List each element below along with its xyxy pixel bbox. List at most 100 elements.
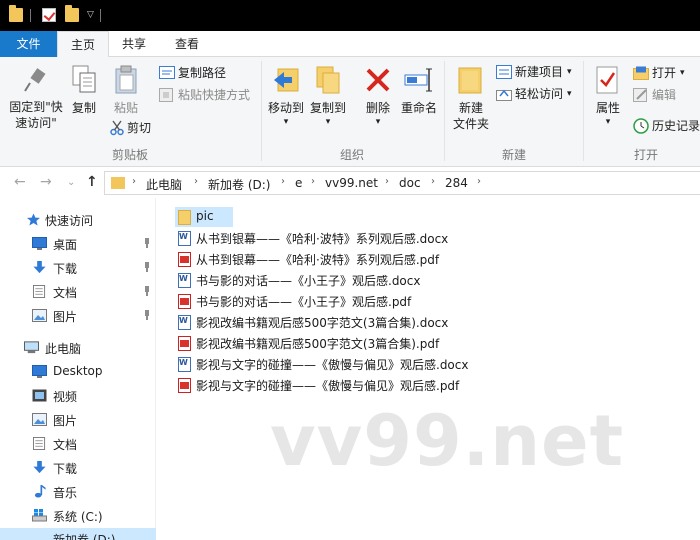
sidebar-item-label: 下载 <box>53 262 78 276</box>
ribbon: 固定到"快 速访问" 复制 粘贴 复制路径 粘贴快捷方式 剪切 剪贴板 移动到 … <box>0 57 700 167</box>
download-arrow-icon <box>33 461 46 474</box>
sidebar-item-label: 此电脑 <box>45 342 82 356</box>
sidebar-item-desktop-quick[interactable]: 桌面 <box>0 232 156 256</box>
open-icon <box>633 66 649 80</box>
clipboard-icon <box>115 65 137 94</box>
pin-icon <box>143 310 151 320</box>
chevron-right-icon[interactable]: › <box>477 176 481 187</box>
chevron-down-icon[interactable]: ⌄ <box>67 177 75 188</box>
list-item[interactable]: pic <box>175 207 233 227</box>
word-document-icon <box>178 357 191 372</box>
sidebar-item-drive-c[interactable]: 系统 (C:) <box>0 504 156 528</box>
title-bar: ▽ <box>0 0 700 31</box>
chevron-right-icon[interactable]: › <box>132 176 136 187</box>
copy-path-icon <box>159 66 175 79</box>
chevron-down-icon: ▾ <box>567 89 572 99</box>
watermark: vv99.net <box>270 400 625 482</box>
forward-arrow-icon[interactable]: → <box>40 174 52 190</box>
sidebar-item-desktop[interactable]: Desktop <box>0 360 156 384</box>
group-label-open: 打开 <box>633 148 658 162</box>
edit-icon <box>633 88 647 102</box>
navigation-pane: 快速访问 桌面 下载 文档 图片 此电脑 Desktop 视频 图片 文档 下载… <box>0 198 156 540</box>
pdf-icon <box>178 378 191 393</box>
divider <box>261 61 262 161</box>
paste-label: 粘贴 <box>113 101 138 115</box>
list-item[interactable]: 书与影的对话——《小王子》观后感.pdf <box>175 291 495 311</box>
word-document-icon <box>178 315 191 330</box>
file-name: 影视与文字的碰撞——《傲慢与偏见》观后感.pdf <box>196 379 460 393</box>
list-item[interactable]: 影视与文字的碰撞——《傲慢与偏见》观后感.docx <box>175 354 495 374</box>
breadcrumb[interactable]: › 此电脑 › 新加卷 (D:) › e › vv99.net › doc › … <box>104 171 700 195</box>
sidebar-item-quick-access[interactable]: 快速访问 <box>0 208 156 232</box>
sidebar-item-downloads[interactable]: 下载 <box>0 456 156 480</box>
chevron-right-icon[interactable]: › <box>194 176 198 187</box>
cut-label: 剪切 <box>127 121 152 135</box>
up-arrow-icon[interactable]: ↑ <box>86 174 98 190</box>
chevron-right-icon[interactable]: › <box>385 176 389 187</box>
list-item[interactable]: 影视改编书籍观后感500字范文(3篇合集).docx <box>175 312 495 332</box>
list-item[interactable]: 从书到银幕——《哈利·波特》系列观后感.pdf <box>175 249 495 269</box>
sidebar-item-documents-quick[interactable]: 文档 <box>0 280 156 304</box>
list-item[interactable]: 影视与文字的碰撞——《傲慢与偏见》观后感.pdf <box>175 375 495 395</box>
word-document-icon <box>178 231 191 246</box>
tab-file[interactable]: 文件 <box>0 31 57 57</box>
new-item-label: 新建项目 <box>515 65 564 79</box>
sidebar-item-label: 音乐 <box>53 486 78 500</box>
tab-view[interactable]: 查看 <box>163 31 211 57</box>
breadcrumb-item[interactable]: doc <box>399 176 421 190</box>
sidebar-item-label: 新加卷 (D:) <box>53 533 116 540</box>
new-folder-label: 新建 <box>458 101 483 115</box>
new-item-icon <box>496 65 512 79</box>
tab-share[interactable]: 共享 <box>111 31 157 57</box>
new-folder-quick-icon[interactable] <box>65 5 79 22</box>
properties-quick-icon[interactable] <box>42 8 56 22</box>
chevron-right-icon[interactable]: › <box>281 176 285 187</box>
open-label: 打开 <box>652 66 677 80</box>
divider <box>100 9 101 22</box>
list-item[interactable]: 影视改编书籍观后感500字范文(3篇合集).pdf <box>175 333 495 353</box>
history-label: 历史记录 <box>652 119 700 133</box>
chevron-down-icon: ▾ <box>680 68 685 78</box>
word-document-icon <box>178 273 191 288</box>
copy-to-icon <box>316 66 340 94</box>
back-arrow-icon[interactable]: ← <box>14 174 26 190</box>
copy-path-label: 复制路径 <box>178 66 227 80</box>
rename-icon <box>404 68 432 92</box>
copy-icon <box>72 65 96 93</box>
folder-icon <box>178 210 191 225</box>
chevron-right-icon[interactable]: › <box>431 176 435 187</box>
sidebar-item-this-pc[interactable]: 此电脑 <box>0 336 156 360</box>
copy-label: 复制 <box>71 101 96 115</box>
chevron-down-icon: ▾ <box>375 117 381 127</box>
breadcrumb-item[interactable]: vv99.net <box>325 176 378 190</box>
chevron-down-icon[interactable]: ▽ <box>87 10 94 20</box>
sidebar-item-videos[interactable]: 视频 <box>0 384 156 408</box>
list-item[interactable]: 从书到银幕——《哈利·波特》系列观后感.docx <box>175 228 495 248</box>
tab-home[interactable]: 主页 <box>57 31 109 58</box>
address-bar: ← → ⌄ ↑ › 此电脑 › 新加卷 (D:) › e › vv99.net … <box>0 168 700 198</box>
chevron-right-icon[interactable]: › <box>311 176 315 187</box>
breadcrumb-item[interactable]: e <box>295 176 302 190</box>
file-name: 从书到银幕——《哈利·波特》系列观后感.docx <box>196 232 449 246</box>
sidebar-item-drive-d[interactable]: 新加卷 (D:) <box>0 528 156 540</box>
breadcrumb-item[interactable]: 新加卷 (D:) <box>208 176 270 193</box>
divider <box>30 9 31 22</box>
folder-icon <box>9 5 23 22</box>
pin-icon <box>143 262 151 272</box>
sidebar-item-documents[interactable]: 文档 <box>0 432 156 456</box>
download-arrow-icon <box>33 261 46 274</box>
sidebar-item-downloads-quick[interactable]: 下载 <box>0 256 156 280</box>
list-item[interactable]: 书与影的对话——《小王子》观后感.docx <box>175 270 495 290</box>
star-icon <box>27 213 40 226</box>
sidebar-item-music[interactable]: 音乐 <box>0 480 156 504</box>
sidebar-item-label: 桌面 <box>53 238 78 252</box>
group-label-organize: 组织 <box>339 148 364 162</box>
pin-label: 固定到"快 <box>9 100 63 114</box>
music-note-icon <box>34 485 46 498</box>
sidebar-item-label: 图片 <box>53 414 78 428</box>
sidebar-item-pictures[interactable]: 图片 <box>0 408 156 432</box>
sidebar-item-pictures-quick[interactable]: 图片 <box>0 304 156 328</box>
breadcrumb-item[interactable]: 284 <box>445 176 468 190</box>
breadcrumb-item[interactable]: 此电脑 <box>146 176 182 193</box>
group-label-new: 新建 <box>501 148 526 162</box>
